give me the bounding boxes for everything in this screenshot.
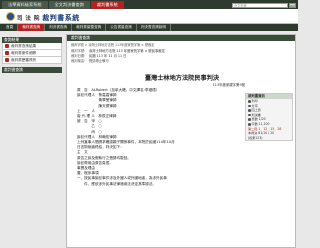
panel-header: 裁判書查詢 [67,35,295,41]
nav-home[interactable]: 首頁 [2,24,19,31]
tab-law-database[interactable]: 法學資料檢索系統 [2,1,48,9]
page-icon [248,118,251,121]
list-icon [5,44,9,48]
tab-fulltext-search[interactable]: 全文判決書查詢 [48,1,90,9]
judgment-title: 臺灣士林地方法院民事判決 [144,75,220,82]
nav-help[interactable]: 判決書查詢說明 [137,24,171,31]
top-search-area: 全文檢索 GO [232,1,298,9]
breadcrumb: 裁判字號 > 臺灣士林地方法院 113年度家聲字第 × 號裁定 [71,43,155,47]
tab-judgment-system[interactable]: 裁判書系統 [90,1,124,9]
main-nav: 首頁 裁判書查詢 判決書查詢 裁判書彙整查詢 公告書量查詢 判決書查詢說明 [0,24,298,31]
left-sidebar: 查詢結果 裁判書查詢結果 裁判書案件細節 裁判書歷審資訊 裁判書查詢 [2,37,62,73]
share-icon [248,104,251,108]
sidebar-section-search[interactable]: 裁判書查詢 [2,67,62,73]
system-name: 裁判書系統 [42,14,80,22]
meta-row: 裁判案由: 聲請停止執行 [71,58,109,63]
document-icon [248,113,251,117]
judgment-info-box: 裁判書資訊 列印 分享 回上頁 判決書 頁數 1/20 字數 11,100 第二… [245,93,293,142]
top-tab-bar: 法學資料檢索系統 全文判決書查詢 裁判書系統 全文檢索 GO [0,0,298,9]
body-line: 件，應依涉外民事法律適用法決定其準據法。 [77,181,157,186]
case-number: 113年度家親字第9號 [212,83,245,87]
judgment-body: 原 告 ALRobert（加拿大籍，中文譯名:李禮德） 訴訟代理人 蔡嘉嘉律師 … [77,88,237,187]
nav-judgment-search[interactable]: 裁判書查詢 [18,24,46,31]
site-header: 司 法 院 裁判書系統 [0,9,298,24]
nav-summary-search[interactable]: 裁判書彙整查詢 [72,24,107,31]
judgment-meta: 裁判字號: 臺灣士林地方法院 113 年度家聲字第 × 號民事裁定 裁判日期: 民國… [71,49,165,63]
print-icon [248,100,251,103]
text-icon [248,123,251,126]
site-title: 司 法 院 裁判書系統 [17,13,80,23]
org-name: 司 法 院 [17,16,40,22]
back-icon [248,109,251,112]
sidebar-item-label: 裁判書查詢結果 [11,43,37,48]
history-icon [5,58,9,62]
document-icon [5,51,9,55]
sidebar-item-label: 裁判書歷審資訊 [11,57,37,62]
nav-notice-search[interactable]: 公告書量查詢 [106,24,137,31]
judicial-logo-icon[interactable] [6,12,15,21]
sidebar-item-label: 裁判書案件細節 [11,50,37,55]
sidebar-item-history[interactable]: 裁判書歷審資訊 [2,57,62,64]
judgment-panel: 裁判書查詢 裁判字號 > 臺灣士林地方法院 113年度家聲字第 × 號裁定 裁判… [66,34,296,248]
search-go-button[interactable]: GO [289,2,296,8]
info-extra: (檢索123) [248,135,263,140]
nav-ruling-search[interactable]: 判決書查詢 [45,24,73,31]
search-input[interactable]: 全文檢索 [232,2,288,8]
